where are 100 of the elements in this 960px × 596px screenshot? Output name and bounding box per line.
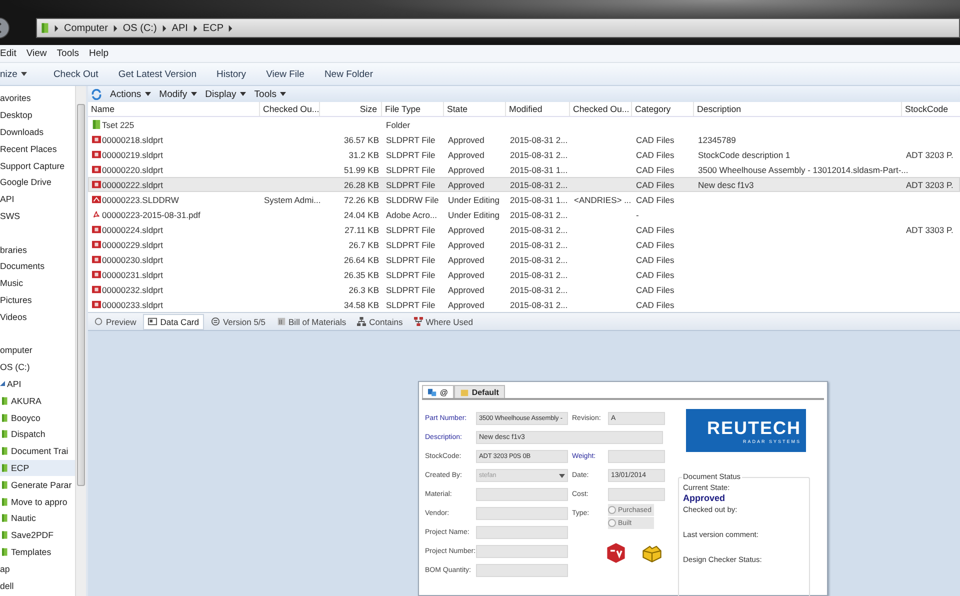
nav-item[interactable]: Document Trai <box>11 446 68 456</box>
menu-item[interactable]: Edit <box>0 48 16 59</box>
command-button[interactable]: History <box>216 68 246 80</box>
nav-item[interactable]: OS (C:) <box>0 362 30 372</box>
nav-item[interactable]: Dispatch <box>11 429 46 440</box>
file-row[interactable]: 00000218.sldprt 36.57 KB SLDPRT File Approved 2015-08-31 2... CAD Files 12345789 <box>88 132 960 147</box>
nav-item[interactable]: Nautic <box>11 513 36 524</box>
caret-icon <box>145 92 152 96</box>
toolbar-menu[interactable]: Tools <box>254 88 286 100</box>
expand-arrow-icon[interactable] <box>0 381 5 386</box>
input-field[interactable] <box>476 507 568 520</box>
folder-icon <box>41 22 49 34</box>
tab[interactable]: Bill of Materials <box>272 314 350 328</box>
nav-item[interactable]: Desktop <box>0 110 32 120</box>
breadcrumb[interactable]: Computer <box>64 22 108 34</box>
nav-item[interactable]: Music <box>0 278 23 288</box>
file-row[interactable]: 00000224.sldprt 27.11 KB SLDPRT File Approved 2015-08-31 2... CAD Files ADT 3303 P. <box>88 222 960 237</box>
nav-item[interactable]: braries <box>0 244 27 255</box>
command-button[interactable]: Get Latest Version <box>118 68 196 80</box>
file-row[interactable]: 00000219.sldprt 31.2 KB SLDPRT File Approved 2015-08-31 2... CAD Files StockCode description 1 ADT 3203 P. <box>88 147 960 162</box>
column-header[interactable]: Checked Ou... <box>570 102 632 116</box>
nav-item[interactable]: API <box>0 194 14 204</box>
input-field[interactable] <box>476 545 568 558</box>
toolbar-menu[interactable]: Display <box>205 88 246 100</box>
column-header[interactable]: StockCode <box>902 102 960 116</box>
column-header[interactable]: Checked Ou... <box>260 102 320 116</box>
tab[interactable]: Version 5/5 <box>206 314 270 328</box>
table-cell: 2015-08-31 1... <box>510 164 568 174</box>
file-row[interactable]: 00000233.sldprt 34.58 KB SLDPRT File Approved 2015-08-31 2... CAD Files <box>88 297 960 312</box>
input-field[interactable] <box>608 488 665 501</box>
table-cell: Approved <box>448 284 484 294</box>
scroll-thumb[interactable] <box>77 104 85 486</box>
table-cell: 24.04 KB <box>344 210 379 220</box>
breadcrumb[interactable]: API <box>172 22 188 34</box>
command-button[interactable]: View File <box>266 68 304 80</box>
file-row[interactable]: 00000232.sldprt 26.3 KB SLDPRT File Approved 2015-08-31 2... CAD Files <box>88 282 960 297</box>
input-field[interactable] <box>608 450 665 463</box>
card-tab[interactable]: @ <box>422 385 454 398</box>
nav-item[interactable]: ap <box>0 564 10 574</box>
file-row[interactable]: 00000223.SLDDRW System Admi... 72.26 KB SLDDRW File Under Editing 2015-08-31 1... <ANDRIES> ... CAD Files <box>88 192 960 207</box>
command-button[interactable]: nize <box>0 68 28 80</box>
input-field[interactable] <box>476 564 568 577</box>
nav-item[interactable]: Generate Parar <box>11 480 72 490</box>
column-header[interactable]: Category <box>632 102 694 116</box>
file-row[interactable]: Tset 225 Folder <box>88 117 960 132</box>
table-cell: SLDPRT File <box>386 224 436 234</box>
card-tab[interactable]: Default <box>454 385 505 398</box>
table-cell: - <box>636 210 639 220</box>
menu-item[interactable]: Tools <box>56 48 79 59</box>
column-header[interactable]: State <box>444 102 506 116</box>
nav-item[interactable]: avorites <box>0 93 31 104</box>
toolbar-menu[interactable]: Actions <box>110 88 152 100</box>
column-header[interactable]: Size <box>320 102 382 116</box>
nav-item[interactable]: Booyco <box>11 412 40 423</box>
tab[interactable]: Where Used <box>410 314 477 328</box>
nav-item[interactable]: Documents <box>0 261 44 272</box>
refresh-icon[interactable] <box>91 88 102 100</box>
breadcrumb[interactable]: OS (C:) <box>122 22 157 34</box>
input-field[interactable] <box>476 526 568 539</box>
folder-icon <box>2 446 8 456</box>
column-header[interactable]: Modified <box>506 102 570 116</box>
nav-item[interactable]: Move to appro <box>11 496 68 507</box>
file-row[interactable]: 00000223-2015-08-31.pdf 24.04 KB Adobe Acro... Under Editing 2015-08-31 2... - <box>88 207 960 222</box>
tab[interactable]: Preview <box>90 314 140 328</box>
toolbar-menu[interactable]: Modify <box>159 88 198 100</box>
nav-item[interactable]: Templates <box>11 546 52 557</box>
input-field[interactable] <box>476 488 568 501</box>
menu-item[interactable]: View <box>26 48 47 59</box>
cube-icon[interactable] <box>605 542 627 564</box>
nav-item[interactable]: AKURA <box>11 396 42 406</box>
address-bar[interactable]: Computer OS (C:) API ECP <box>36 18 960 38</box>
tab[interactable]: Data Card <box>143 314 204 330</box>
table-cell: ADT 3303 P. <box>906 224 954 234</box>
nav-item[interactable]: ECP <box>11 462 30 473</box>
column-header[interactable]: Description <box>694 102 902 116</box>
nav-item[interactable]: Pictures <box>0 294 32 305</box>
file-row[interactable]: 00000220.sldprt 51.99 KB SLDPRT File Approved 2015-08-31 1... CAD Files 3500 Wheelhouse Assembly - 13012014.sldasm-Part-... <box>88 162 960 177</box>
table-cell: 00000222.sldprt <box>102 180 163 190</box>
column-header[interactable]: File Type <box>382 102 444 116</box>
nav-item[interactable]: Google Drive <box>0 177 52 188</box>
scrollbar[interactable] <box>75 86 86 596</box>
nav-item[interactable]: API <box>7 378 22 389</box>
command-button[interactable]: Check Out <box>53 68 98 80</box>
nav-item[interactable]: Downloads <box>0 126 44 137</box>
menu-item[interactable]: Help <box>88 48 109 59</box>
nav-item[interactable]: Save2PDF <box>11 530 54 540</box>
nav-item[interactable]: SWS <box>0 210 20 221</box>
nav-item[interactable]: omputer <box>0 345 32 356</box>
breadcrumb[interactable]: ECP <box>202 22 224 34</box>
file-row[interactable]: 00000229.sldprt 26.7 KB SLDPRT File Approved 2015-08-31 2... CAD Files <box>88 237 960 252</box>
tab[interactable]: Contains <box>353 314 407 328</box>
file-row[interactable]: 00000222.sldprt 26.28 KB SLDPRT File Approved 2015-08-31 2... CAD Files New desc f1v3 ADT 3203 P. <box>88 177 960 192</box>
column-header[interactable]: Name <box>88 102 260 116</box>
command-button[interactable]: New Folder <box>324 68 374 80</box>
nav-item[interactable]: Videos <box>0 312 27 322</box>
nav-item[interactable]: Support Capture <box>0 160 65 171</box>
nav-item[interactable]: dell <box>0 580 14 590</box>
nav-item[interactable]: Recent Places <box>0 144 57 154</box>
file-row[interactable]: 00000230.sldprt 26.64 KB SLDPRT File Approved 2015-08-31 2... CAD Files <box>88 252 960 267</box>
file-row[interactable]: 00000231.sldprt 26.35 KB SLDPRT File Approved 2015-08-31 2... CAD Files <box>88 267 960 282</box>
